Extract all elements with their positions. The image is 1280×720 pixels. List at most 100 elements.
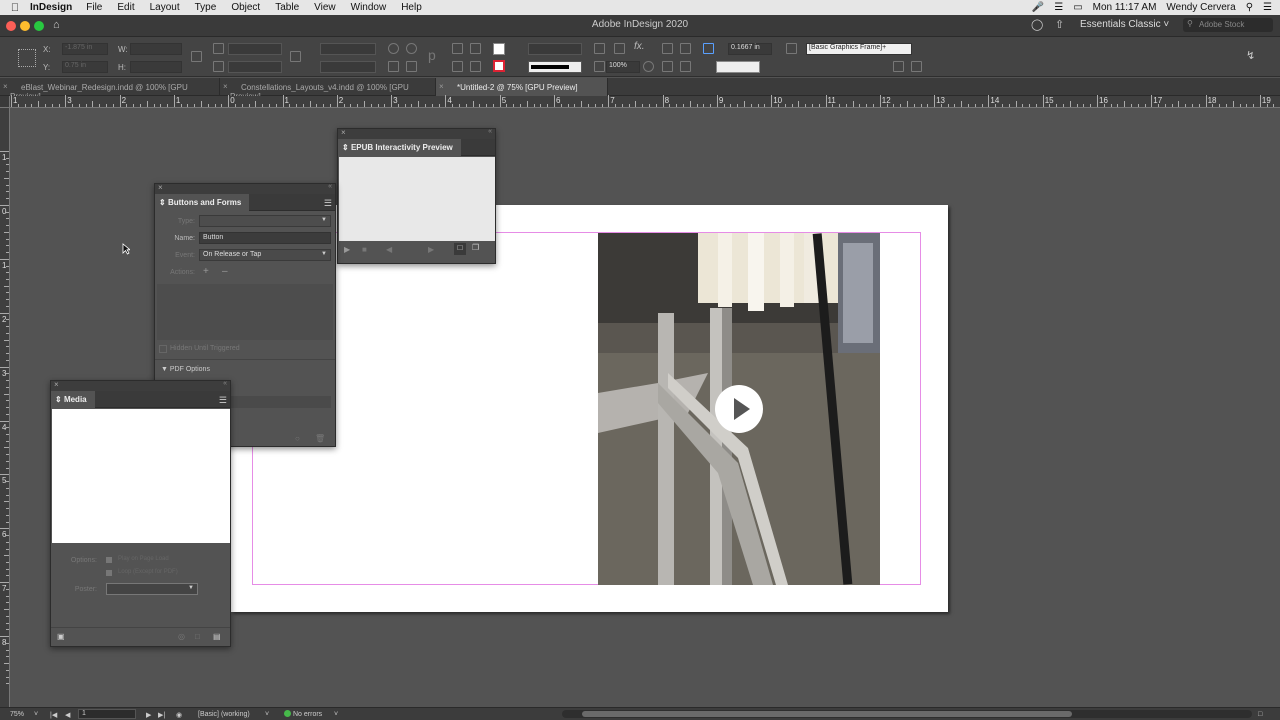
rotate-ccw-icon[interactable] [406, 43, 417, 54]
distribute-2-icon[interactable] [680, 61, 691, 72]
menu-layout[interactable]: Layout [150, 2, 180, 13]
scale-x-icon[interactable] [213, 43, 224, 54]
app-menu[interactable]: InDesign [30, 2, 72, 13]
previous-page-icon[interactable]: ◀ [65, 711, 70, 719]
menu-window[interactable]: Window [351, 2, 387, 13]
poster-dropdown[interactable]: ▼ [106, 583, 198, 595]
rotation-angle-dropdown[interactable] [320, 43, 376, 55]
frame-icon[interactable] [614, 43, 625, 54]
close-tab-icon[interactable]: × [223, 82, 228, 91]
horizontal-ruler[interactable]: 1 3 2 1 0 1 2 3 4 5 6 7 8 9 10 11 12 13 14 15 16 17 18 19 [9, 95, 1280, 108]
share-icon[interactable]: ⇧ [1055, 18, 1064, 31]
convert-object-icon[interactable]: ○ [295, 434, 300, 443]
fit-window-icon[interactable]: □ [1258, 711, 1262, 718]
tab-eblast[interactable]: × eBlast_Webinar_Redesign.indd @ 100% [G… [0, 78, 220, 101]
select-previous-icon[interactable] [470, 43, 481, 54]
battery-icon[interactable]: ▭ [1073, 2, 1082, 13]
opacity-arrow-icon[interactable] [643, 61, 654, 72]
place-media-icon[interactable]: ▣ [57, 632, 65, 641]
panel-menu-icon[interactable]: ☰ [219, 395, 227, 406]
collapse-panel-icon[interactable]: « [223, 380, 227, 387]
select-container-icon[interactable] [452, 43, 463, 54]
last-page-icon[interactable]: ▶| [158, 711, 165, 719]
color-swatch-field[interactable] [716, 61, 760, 73]
shear-angle-dropdown[interactable] [320, 61, 376, 73]
fill-tint-dropdown[interactable] [528, 43, 582, 55]
close-tab-icon[interactable]: × [3, 82, 8, 91]
spotlight-search-icon[interactable]: ⚲ [1246, 2, 1253, 13]
preflight-profile[interactable]: [Basic] (working) [198, 711, 250, 718]
microphone-icon[interactable]: 🎤 [1032, 2, 1044, 13]
flip-horizontal-icon[interactable] [388, 61, 399, 72]
play-preview-icon[interactable]: ▶ [344, 245, 350, 254]
object-style-icon[interactable] [786, 43, 797, 54]
adobe-stock-search[interactable]: ⚲ Adobe Stock [1183, 18, 1273, 32]
wifi-icon[interactable]: ☰ [1054, 2, 1063, 13]
object-style-dropdown[interactable]: [Basic Graphics Frame]+ [806, 43, 912, 55]
pdf-description-field[interactable] [231, 396, 331, 408]
close-panel-icon[interactable]: × [54, 380, 59, 389]
fill-swatch[interactable] [493, 43, 505, 55]
x-position-field[interactable]: -1.875 in [62, 43, 108, 55]
page-number-field[interactable]: 1 [78, 709, 136, 719]
type-dropdown[interactable]: ▼ [199, 215, 331, 227]
remove-action-icon[interactable]: – [222, 266, 228, 277]
y-position-field[interactable]: 0.75 in [62, 61, 108, 73]
button-name-field[interactable]: Button [199, 232, 331, 244]
media-panel-tab[interactable]: ⇕ Media [51, 391, 95, 408]
select-content-icon[interactable] [452, 61, 463, 72]
clock-text[interactable]: Mon 11:17 AM [1093, 2, 1157, 13]
export-interactive-icon[interactable]: ▤ [213, 632, 221, 641]
preflight-errors[interactable]: No errors [293, 711, 322, 718]
ruler-origin[interactable] [0, 96, 10, 108]
tab-constellations[interactable]: × Constellations_Layouts_v4.indd @ 100% … [220, 78, 436, 101]
previous-icon[interactable]: ◀ [386, 245, 392, 254]
epub-panel-tab[interactable]: ⇕ EPUB Interactivity Preview [338, 139, 461, 156]
loop-checkbox[interactable] [106, 570, 112, 576]
lightning-icon[interactable]: ↯ [1246, 49, 1255, 62]
collapse-panel-icon[interactable]: « [488, 128, 492, 135]
next-page-icon[interactable]: ▶ [146, 711, 151, 719]
profile-dropdown-icon[interactable]: ˅ [265, 711, 269, 718]
first-page-icon[interactable]: |◀ [50, 711, 57, 719]
menu-table[interactable]: Table [275, 2, 299, 13]
media-preview-area[interactable] [52, 409, 230, 543]
workspace-switcher[interactable]: Essentials Classic ˅ [1080, 19, 1169, 30]
reference-point-icon[interactable] [18, 49, 36, 67]
opacity-field[interactable]: 100% [606, 61, 640, 73]
preview-document-icon[interactable]: ❐ [472, 243, 479, 252]
menu-view[interactable]: View [314, 2, 336, 13]
preview-selection-icon[interactable]: □ [454, 243, 466, 255]
next-icon[interactable]: ▶ [428, 245, 434, 254]
hidden-until-triggered-checkbox[interactable] [159, 345, 167, 353]
apple-menu-icon[interactable]:  [0, 2, 30, 14]
menu-type[interactable]: Type [195, 2, 217, 13]
menu-edit[interactable]: Edit [117, 2, 134, 13]
close-tab-icon[interactable]: × [439, 82, 444, 91]
collapse-panel-icon[interactable]: « [328, 183, 332, 190]
event-dropdown[interactable]: On Release or Tap ▼ [199, 249, 331, 261]
effects-icon[interactable]: fx. [634, 41, 645, 52]
flip-vertical-icon[interactable] [406, 61, 417, 72]
select-next-icon[interactable] [470, 61, 481, 72]
align-center-icon[interactable] [680, 43, 691, 54]
constrain-scale-icon[interactable] [290, 51, 301, 62]
constrain-proportions-icon[interactable] [191, 51, 202, 62]
user-name[interactable]: Wendy Cervera [1166, 2, 1235, 13]
lightbulb-icon[interactable]: ◯ [1031, 18, 1043, 31]
tab-untitled-2[interactable]: × *Untitled-2 @ 75% [GPU Preview] [436, 78, 608, 96]
play-icon[interactable] [715, 385, 763, 433]
width-field[interactable] [130, 43, 182, 55]
stop-preview-icon[interactable]: ■ [362, 245, 367, 254]
pdf-options-toggle[interactable]: ▼ PDF Options [161, 366, 210, 373]
opacity-icon[interactable] [594, 61, 605, 72]
notification-center-icon[interactable]: ☰ [1263, 2, 1272, 13]
trash-icon[interactable]: 🗑 [315, 434, 325, 443]
distribute-icon[interactable] [662, 61, 673, 72]
zoom-level[interactable]: 75% [10, 711, 24, 718]
errors-dropdown-icon[interactable]: ˅ [334, 711, 338, 718]
buttons-panel-tab[interactable]: ⇕ Buttons and Forms [155, 194, 250, 211]
add-action-icon[interactable]: + [203, 266, 209, 277]
preflight-icon[interactable]: ◉ [176, 711, 182, 719]
close-panel-icon[interactable]: × [341, 128, 346, 137]
